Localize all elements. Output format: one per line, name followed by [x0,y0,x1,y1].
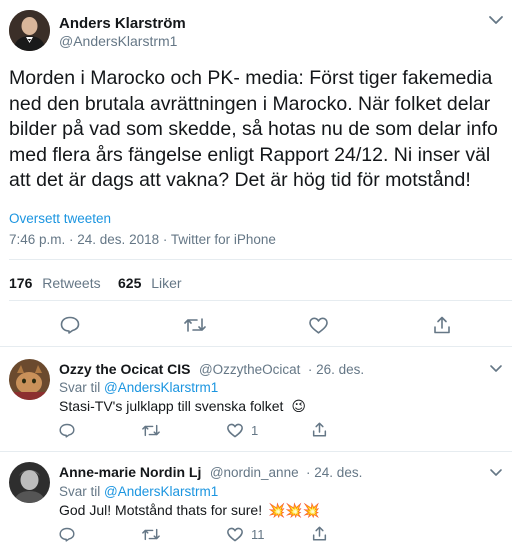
reply-icon[interactable] [60,316,80,334]
like-icon[interactable] [309,317,328,334]
reply-text-row: God Jul! Motstånd thats for sure! 💥💥💥 [59,502,320,519]
retweet-icon[interactable] [142,424,160,437]
reply-icon[interactable] [59,527,75,542]
reply-date[interactable]: · 24. des. [306,465,362,480]
reply-date[interactable]: · 26. des. [308,362,364,377]
tweet-text: Morden i Marocko och PK- media: Först ti… [9,67,498,191]
likes-count: 625 [118,275,142,291]
like-icon [227,423,243,438]
share-icon[interactable] [312,526,327,541]
reply-author-name[interactable]: Ozzy the Ocicat CIS [59,361,190,377]
collision-emoji: 💥💥💥 [268,502,321,518]
reply-author-handle[interactable]: @nordin_anne [210,465,299,480]
like-button[interactable]: 11 [227,527,265,542]
reply-avatar[interactable] [9,462,50,503]
reply-icon[interactable] [59,423,75,438]
like-count: 1 [251,423,259,438]
retweet-icon[interactable] [142,528,160,541]
retweets-stat[interactable]: 176 Retweets [9,275,101,291]
reply-text: God Jul! Motstånd thats for sure! [59,502,263,518]
author-name[interactable]: Anders Klarström [59,15,186,32]
retweet-icon[interactable] [184,317,206,333]
reply-author-handle[interactable]: @OzzytheOcicat [199,362,300,377]
retweets-label: Retweets [42,275,101,291]
retweets-count: 176 [9,275,33,291]
share-icon[interactable] [312,422,327,437]
chevron-down-icon[interactable] [488,15,504,25]
share-icon[interactable] [433,316,451,334]
likes-label: Liker [151,275,182,291]
chevron-down-icon[interactable] [489,468,503,477]
divider [0,451,512,452]
author-handle[interactable]: @AndersKlarstrm1 [59,33,177,49]
like-icon [227,527,243,542]
likes-stat[interactable]: 625 Liker [118,275,182,291]
like-button[interactable]: 1 [227,423,258,438]
reply-mention[interactable]: @AndersKlarstrm1 [104,484,218,499]
author-avatar[interactable] [9,10,50,51]
divider [0,346,512,347]
reply-prefix: Svar til [59,380,101,395]
reply-author-name[interactable]: Anne-marie Nordin Lj [59,464,201,480]
tweet-meta: 7:46 p.m. · 24. des. 2018 · Twitter for … [9,232,276,247]
divider [9,259,512,260]
like-count: 11 [251,527,265,542]
reply-avatar[interactable] [9,359,50,400]
reply-mention[interactable]: @AndersKlarstrm1 [104,380,218,395]
reply-text: Stasi-TV's julklapp till svenska folket [59,398,284,414]
reply-text-row: Stasi-TV's julklapp till svenska folket … [59,398,306,415]
reply-prefix: Svar til [59,484,101,499]
chevron-down-icon[interactable] [489,364,503,373]
divider [9,300,512,301]
wink-emoji: 😉 [291,398,306,414]
translate-link[interactable]: Oversett tweeten [9,211,111,226]
